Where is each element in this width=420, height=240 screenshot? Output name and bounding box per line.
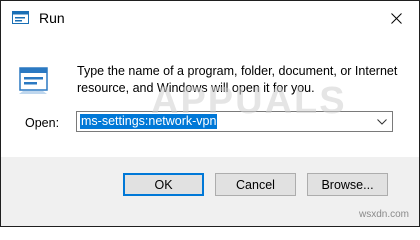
- browse-button[interactable]: Browse...: [307, 173, 388, 196]
- description-text: Type the name of a program, folder, docu…: [77, 64, 398, 95]
- open-input[interactable]: ms-settings:network-vpn: [80, 114, 218, 129]
- dropdown-button[interactable]: [375, 114, 389, 129]
- close-icon: [390, 12, 402, 24]
- open-combobox[interactable]: ms-settings:network-vpn: [76, 111, 393, 132]
- window-title: Run: [39, 10, 65, 26]
- ok-button[interactable]: OK: [123, 173, 204, 196]
- close-button[interactable]: [373, 1, 419, 35]
- cancel-button[interactable]: Cancel: [215, 173, 296, 196]
- button-bar: OK Cancel Browse...: [1, 157, 419, 226]
- open-label: Open:: [25, 116, 60, 130]
- chevron-down-icon: [377, 118, 387, 125]
- run-program-icon: [19, 67, 48, 94]
- dialog-content: Type the name of a program, folder, docu…: [1, 35, 419, 157]
- run-app-icon: [12, 11, 29, 24]
- title-bar[interactable]: Run: [1, 1, 419, 35]
- run-dialog: Run Type the name of a program, folder, …: [0, 0, 420, 227]
